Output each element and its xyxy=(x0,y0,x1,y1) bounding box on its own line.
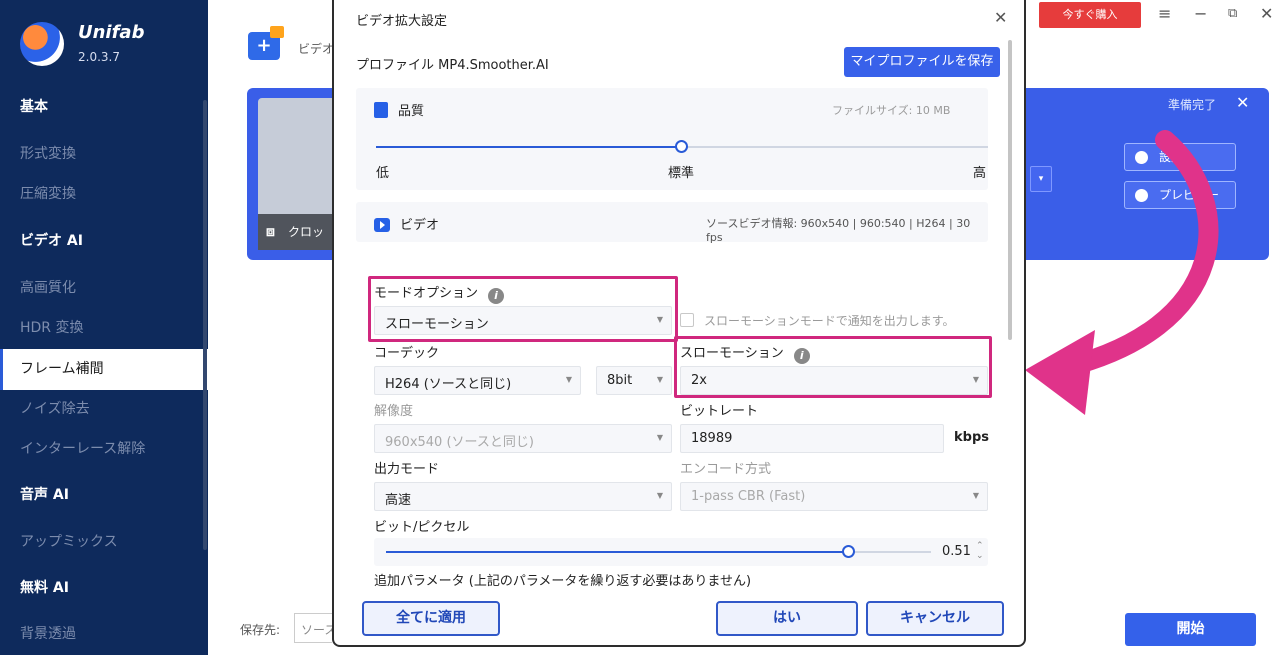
cancel-button[interactable]: キャンセル xyxy=(866,601,1004,636)
resolution-label: 解像度 xyxy=(374,404,414,419)
yes-button[interactable]: はい xyxy=(716,601,858,636)
video-upscale-settings-dialog: ビデオ拡大設定 ✕ プロファイル MP4.Smoother.AI マイプロファイ… xyxy=(332,0,1026,647)
quality-slider-fill xyxy=(376,146,682,148)
codec-value: H264 (ソースと同じ) xyxy=(385,377,512,392)
bpp-slider-knob[interactable] xyxy=(842,545,856,558)
close-icon[interactable]: ✕ xyxy=(994,8,1007,27)
resolution-value: 960x540 (ソースと同じ) xyxy=(385,435,534,450)
dialog-title: ビデオ拡大設定 xyxy=(356,14,448,29)
quality-standard-label: 標準 xyxy=(668,166,695,181)
sidebar-item-bg-remove[interactable]: 背景透過 xyxy=(0,614,208,655)
codec-label: コーデック xyxy=(374,346,440,361)
sidebar-item-compress[interactable]: 圧縮変換 xyxy=(0,174,208,215)
menu-icon[interactable]: ≡ xyxy=(1158,4,1171,23)
sidebar-head-free-ai[interactable]: 無料 AI xyxy=(0,568,208,609)
profile-label: プロファイル MP4.Smoother.AI xyxy=(356,58,549,73)
maximize-icon[interactable]: ⧉ xyxy=(1228,6,1237,21)
sidebar-item-denoise[interactable]: ノイズ除去 xyxy=(0,389,208,430)
app-name: Unifab xyxy=(78,22,145,43)
quality-panel: 品質 ファイルサイズ: 10 MB 低 標準 高 xyxy=(356,88,988,190)
sidebar-head-basic[interactable]: 基本 xyxy=(0,87,208,128)
add-video-icon[interactable]: + xyxy=(248,26,284,60)
bpp-slider-row: 0.51 ⌃ ⌄ xyxy=(374,538,988,566)
source-video-info: ソースビデオ情報: 960x540 | 960:540 | H264 | 30 … xyxy=(706,217,971,244)
bitrate-input[interactable]: 18989 xyxy=(680,424,944,453)
video-header: ビデオ xyxy=(374,214,439,233)
video-title: ビデオ xyxy=(400,218,440,233)
sidebar-item-frame-interpolation[interactable]: フレーム補間 xyxy=(0,349,208,390)
sidebar-item-upmix[interactable]: アップミックス xyxy=(0,522,208,563)
video-play-icon xyxy=(374,218,390,232)
bitdepth-select[interactable]: 8bit ▼ xyxy=(596,366,672,395)
file-size: ファイルサイズ: 10 MB xyxy=(832,104,951,117)
output-mode-label: 出力モード xyxy=(374,462,440,477)
sidebar-scrollbar[interactable] xyxy=(203,100,207,550)
slowmo-highlight xyxy=(674,336,992,398)
output-mode-value: 高速 xyxy=(385,493,412,508)
sidebar-item-deinterlace[interactable]: インターレース解除 xyxy=(0,429,208,470)
quality-low-label: 低 xyxy=(376,166,390,181)
start-button[interactable]: 開始 xyxy=(1125,613,1256,646)
extra-params-label: 追加パラメータ (上記のパラメータを繰り返す必要はありません) xyxy=(374,574,752,589)
buy-now-button[interactable]: 今すぐ購入 xyxy=(1039,2,1141,28)
save-to-field[interactable]: ソース xyxy=(294,613,332,643)
bitdepth-value: 8bit xyxy=(607,373,633,388)
annotation-arrow-icon xyxy=(1025,130,1219,415)
card-close-icon[interactable]: ✕ xyxy=(1236,93,1249,112)
quality-title: 品質 xyxy=(398,104,425,119)
sidebar-head-audio-ai[interactable]: 音声 AI xyxy=(0,475,208,516)
bpp-stepper-icon[interactable]: ⌃ ⌄ xyxy=(976,541,984,561)
encode-method-select[interactable]: 1-pass CBR (Fast) ▼ xyxy=(680,482,988,511)
bitrate-unit: kbps xyxy=(954,430,989,445)
slowmo-notify-label: スローモーションモードで通知を出力します。 xyxy=(704,314,955,328)
save-to-label: 保存先: xyxy=(240,623,281,637)
chevron-down-icon: ▼ xyxy=(565,375,572,384)
ready-status: 準備完了 xyxy=(1168,98,1217,112)
bpp-label: ビット/ピクセル xyxy=(374,520,470,535)
encode-method-value: 1-pass CBR (Fast) xyxy=(691,489,806,504)
window-close-icon[interactable]: ✕ xyxy=(1260,4,1272,23)
chevron-down-icon: ▼ xyxy=(656,433,663,442)
app-version: 2.0.3.7 xyxy=(78,50,120,64)
sidebar: Unifab 2.0.3.7 基本 形式変換 圧縮変換 ビデオ AI 高画質化 … xyxy=(0,0,208,655)
chevron-down-icon: ▼ xyxy=(656,375,663,384)
crop-label: クロッ xyxy=(288,225,325,239)
sidebar-item-hdr[interactable]: HDR 変換 xyxy=(0,308,208,349)
sidebar-head-video-ai[interactable]: ビデオ AI xyxy=(0,221,208,262)
encode-method-label: エンコード方式 xyxy=(680,462,772,477)
quality-high-label: 高 xyxy=(973,166,987,181)
chevron-down-icon: ▼ xyxy=(972,491,979,500)
output-mode-select[interactable]: 高速 ▼ xyxy=(374,482,672,511)
bpp-value: 0.51 xyxy=(942,544,971,559)
file-icon xyxy=(374,102,388,118)
unifab-logo-icon xyxy=(20,22,64,66)
apply-all-button[interactable]: 全てに適用 xyxy=(362,601,500,636)
mode-option-highlight xyxy=(368,276,678,342)
resolution-select[interactable]: 960x540 (ソースと同じ) ▼ xyxy=(374,424,672,453)
minimize-icon[interactable]: − xyxy=(1194,4,1207,23)
sidebar-item-upscale[interactable]: 高画質化 xyxy=(0,268,208,309)
dialog-scrollbar[interactable] xyxy=(1008,40,1012,340)
video-panel-header: ビデオ ソースビデオ情報: 960x540 | 960:540 | H264 |… xyxy=(356,202,988,244)
quality-header: 品質 xyxy=(374,100,424,119)
add-video-label[interactable]: ビデオ xyxy=(298,40,334,57)
crop-icon: ⧈ xyxy=(266,224,275,240)
sidebar-item-format-convert[interactable]: 形式変換 xyxy=(0,134,208,175)
save-profile-button[interactable]: マイプロファイルを保存 xyxy=(844,47,1000,77)
slowmo-notify-checkbox[interactable] xyxy=(680,313,694,327)
bpp-slider-fill xyxy=(386,551,850,553)
chevron-down-icon: ▼ xyxy=(656,491,663,500)
codec-select[interactable]: H264 (ソースと同じ) ▼ xyxy=(374,366,581,395)
quality-slider-knob[interactable] xyxy=(675,140,688,153)
bitrate-label: ビットレート xyxy=(680,404,759,419)
